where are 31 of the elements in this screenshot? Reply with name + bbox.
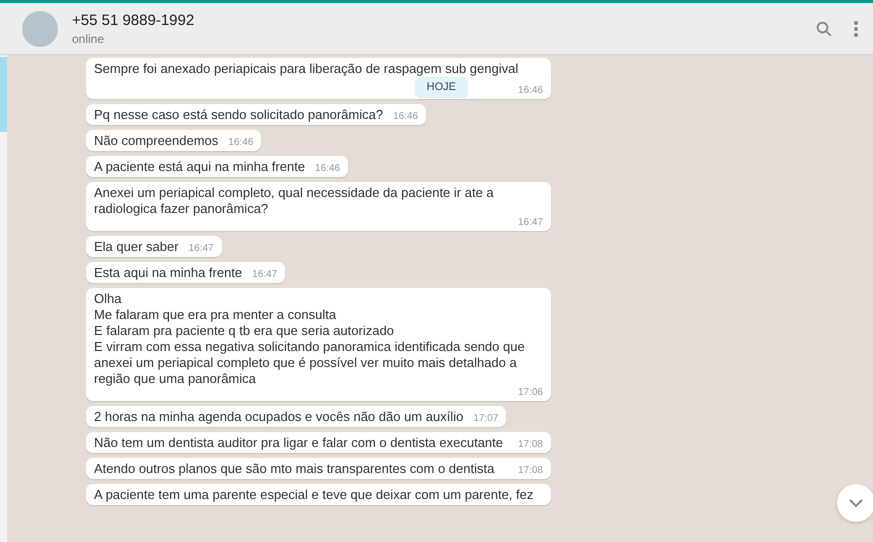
message-text: Atendo outros planos que são mto mais transparentes com o dentista [94, 461, 494, 477]
message-text: Não tem um dentista auditor pra ligar e falar com o dentista executante [94, 435, 503, 451]
message-time: 16:47 [518, 217, 543, 229]
contact-status: online [72, 30, 106, 46]
message-time: 16:46 [518, 85, 543, 97]
date-chip: HOJE [414, 77, 468, 97]
message-time: 16:47 [188, 243, 214, 255]
chevron-down-icon [849, 498, 863, 508]
avatar[interactable] [22, 10, 58, 46]
message-text: A paciente tem uma parente especial e teve que deixar com um parente, fez [94, 487, 534, 503]
message-text: Não compreendemos [94, 133, 218, 149]
message-time: 17:06 [518, 387, 543, 399]
message-text: Olha Me falaram que era pra menter a consulta E falaram pra paciente q tb era que seria autorizado E virram com essa negativa solicitando panoramica identificada sendo que anexei um periapical completo que é possível ver muito mais detalhado a região que uma panorâmica [94, 291, 526, 387]
message-time: 16:47 [252, 269, 278, 281]
search-icon[interactable] [815, 20, 833, 38]
message-time: 17:08 [518, 465, 543, 477]
message-text: Anexei um periapical completo, qual necessidade da paciente ir ate a radiologica fazer panorâmica? [94, 185, 495, 217]
contact-name: +55 51 9889-1992 [72, 10, 196, 30]
message-time: 16:46 [228, 137, 254, 149]
message-time: 17:07 [473, 413, 498, 425]
message-text: 2 horas na minha agenda ocupados e vocês não dão um auxílio [94, 409, 464, 425]
message-text: Sempre foi anexado periapicais para liberação de raspagem sub gengival [94, 61, 518, 77]
scroll-down-button[interactable] [837, 484, 873, 522]
message-time: 17:08 [518, 439, 543, 451]
message-time: 16:46 [393, 111, 418, 123]
message-time: 16:46 [315, 163, 340, 175]
message-text: Ela quer saber [94, 239, 179, 255]
message-text: Esta aqui na minha frente [94, 265, 242, 281]
menu-icon[interactable] [853, 20, 859, 38]
message-text: A paciente está aqui na minha frente [94, 159, 306, 175]
message-text: Pq nesse caso está sendo solicitado panorâmica? [94, 107, 384, 123]
